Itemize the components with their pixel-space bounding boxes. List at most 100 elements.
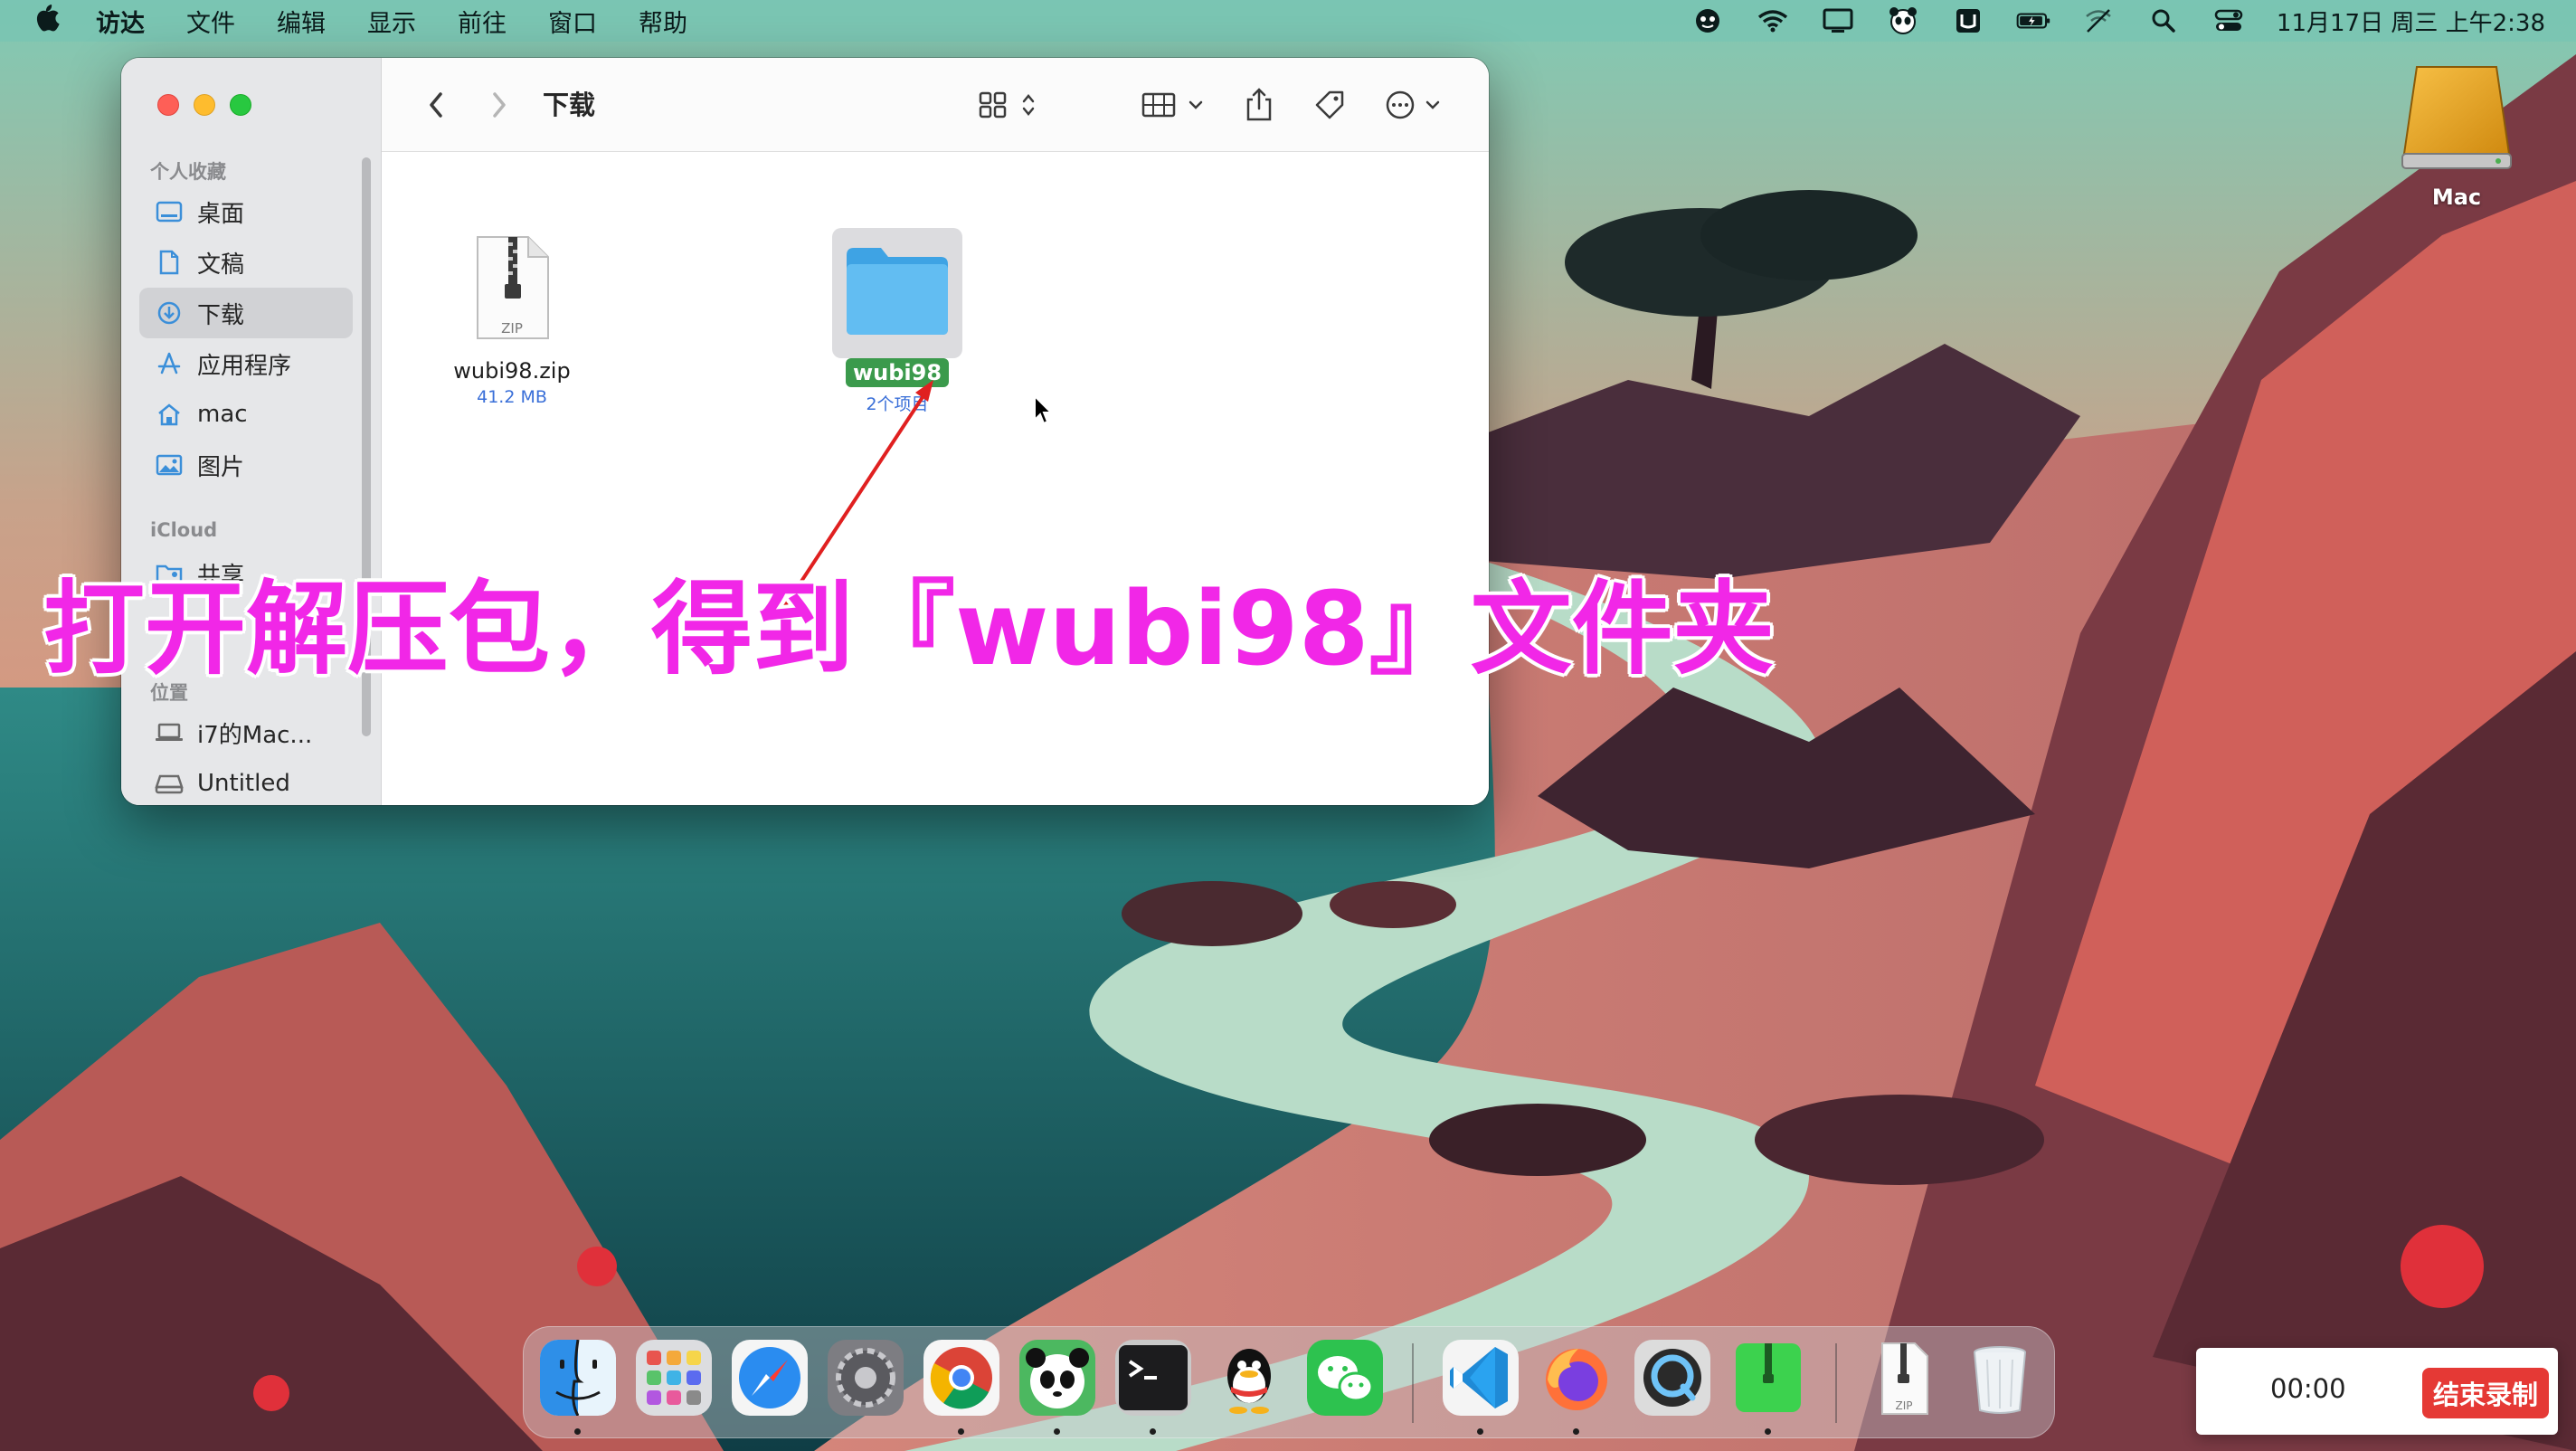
dock-vscode[interactable] — [1443, 1340, 1519, 1416]
drive-label: Mac — [2431, 185, 2482, 210]
archive-utility-icon — [1736, 1343, 1801, 1412]
panda-icon[interactable] — [1886, 7, 1920, 34]
input-method-icon[interactable] — [1951, 7, 1985, 34]
system-preferences-icon — [828, 1340, 904, 1416]
apple-menu-icon[interactable] — [34, 3, 71, 39]
annotation-arrow-icon — [780, 380, 933, 613]
sidebar-item-applications[interactable]: 应用程序 — [139, 338, 353, 389]
running-indicator — [1477, 1428, 1483, 1435]
finder-icon — [540, 1340, 616, 1416]
view-mode-button[interactable] — [977, 85, 1046, 125]
control-center-icon[interactable] — [2211, 7, 2246, 34]
menu-go[interactable]: 前往 — [458, 4, 507, 39]
sidebar-item-pictures[interactable]: 图片 — [139, 440, 353, 490]
running-indicator — [574, 1428, 581, 1435]
sidebar-item-label: i7的Mac... — [197, 721, 313, 749]
home-icon — [152, 401, 186, 428]
sidebar-item-documents[interactable]: 文稿 — [139, 237, 353, 288]
more-actions-button[interactable] — [1384, 85, 1453, 125]
dock-launchpad[interactable] — [636, 1340, 712, 1416]
window-title: 下载 — [543, 90, 596, 120]
dock-wechat[interactable] — [1307, 1340, 1383, 1416]
dock-trash[interactable] — [1962, 1340, 2038, 1416]
chrome-icon — [923, 1340, 999, 1416]
dock-firefox[interactable] — [1539, 1340, 1615, 1416]
running-indicator — [958, 1428, 964, 1435]
finder-window: 个人收藏 桌面 文稿 下载 应用程序 mac 图片 iCloud 共享 位置 i… — [121, 58, 1489, 805]
dock-quicktime[interactable] — [1634, 1340, 1710, 1416]
sidebar-item-this-mac[interactable]: i7的Mac... — [139, 707, 353, 758]
battery-icon[interactable] — [2016, 7, 2050, 34]
minimize-window-button[interactable] — [194, 94, 215, 116]
running-indicator — [1150, 1428, 1156, 1435]
sidebar-section-favorites: 个人收藏 — [150, 161, 226, 183]
dock-chrome[interactable] — [923, 1340, 999, 1416]
zoom-window-button[interactable] — [230, 94, 251, 116]
dock-safari[interactable] — [732, 1340, 808, 1416]
sidebar-item-label: 文稿 — [197, 251, 245, 279]
running-indicator — [1573, 1428, 1579, 1435]
tutorial-caption: 打开解压包，得到『wubi98』文件夹 — [43, 571, 1775, 688]
close-window-button[interactable] — [157, 94, 179, 116]
recording-timer: 00:00 — [2270, 1373, 2346, 1404]
menu-file[interactable]: 文件 — [186, 4, 235, 39]
group-button[interactable] — [1140, 85, 1212, 125]
dock-archive-utility[interactable] — [1730, 1340, 1806, 1416]
menu-edit[interactable]: 编辑 — [277, 4, 326, 39]
group-view-icon — [1141, 92, 1203, 118]
finder-toolbar: 下载 — [382, 58, 1489, 152]
sidebar-item-label: mac — [197, 401, 248, 428]
vscode-icon — [1443, 1340, 1519, 1416]
wechat-icon — [1307, 1340, 1383, 1416]
sidebar-item-untitled[interactable]: Untitled — [139, 758, 353, 805]
dock-finder[interactable] — [540, 1340, 616, 1416]
face-icon[interactable] — [1690, 7, 1725, 34]
menubar: 访达 文件 编辑 显示 前往 窗口 帮助 11月17日 周三 上午2:38 — [0, 0, 2576, 42]
quicktime-icon — [1634, 1340, 1710, 1416]
dock-separator — [1835, 1343, 1837, 1423]
share-button[interactable] — [1239, 85, 1279, 125]
wifi-icon[interactable] — [1756, 7, 1790, 34]
sidebar-item-label: 下载 — [197, 301, 245, 329]
search-icon[interactable] — [2146, 7, 2181, 34]
screen-recorder-panel: 00:00 结束录制 — [2196, 1348, 2558, 1435]
launchpad-icon — [636, 1340, 712, 1416]
dock-panda-vpn[interactable] — [1019, 1340, 1095, 1416]
forward-button[interactable] — [481, 85, 517, 125]
running-indicator — [1054, 1428, 1060, 1435]
menubar-clock[interactable]: 11月17日 周三 上午2:38 — [2277, 5, 2545, 38]
finder-sidebar: 个人收藏 桌面 文稿 下载 应用程序 mac 图片 iCloud 共享 位置 i… — [121, 58, 382, 805]
display-icon[interactable] — [1821, 7, 1855, 34]
sidebar-item-label: 桌面 — [197, 200, 245, 228]
dock-zip-badge: ZIP — [1895, 1399, 1913, 1412]
disk-icon — [152, 770, 186, 797]
sidebar-item-home[interactable]: mac — [139, 389, 353, 440]
icon-view-icon — [979, 91, 1035, 119]
share-icon — [1246, 88, 1272, 121]
back-button[interactable] — [418, 85, 454, 125]
tag-button[interactable] — [1310, 85, 1350, 125]
menu-view[interactable]: 显示 — [367, 4, 416, 39]
chevron-left-icon — [430, 92, 442, 118]
stop-recording-button[interactable]: 结束录制 — [2422, 1368, 2549, 1418]
tag-icon — [1315, 90, 1344, 119]
finder-content: ZIP wubi98.zip 41.2 MB wubi98 2个项目 — [382, 152, 1489, 805]
trash-icon — [1974, 1346, 2026, 1414]
dock-terminal[interactable] — [1115, 1340, 1191, 1416]
sidebar-item-downloads[interactable]: 下载 — [139, 288, 353, 338]
panda-vpn-icon — [1019, 1340, 1095, 1416]
menu-help[interactable]: 帮助 — [639, 4, 687, 39]
safari-icon — [732, 1340, 808, 1416]
download-icon — [152, 299, 186, 327]
desktop-drive-mac[interactable]: Mac — [2397, 60, 2516, 210]
ellipsis-circle-icon — [1386, 90, 1440, 119]
airdrop-icon[interactable] — [2081, 7, 2116, 34]
dock-qq[interactable] — [1211, 1340, 1287, 1416]
laptop-icon — [152, 719, 186, 746]
menu-window[interactable]: 窗口 — [548, 4, 597, 39]
running-indicator — [1765, 1428, 1771, 1435]
dock-system-preferences[interactable] — [828, 1340, 904, 1416]
sidebar-item-desktop[interactable]: 桌面 — [139, 186, 353, 237]
menu-app-finder[interactable]: 访达 — [96, 4, 145, 39]
qq-icon — [1227, 1349, 1271, 1414]
